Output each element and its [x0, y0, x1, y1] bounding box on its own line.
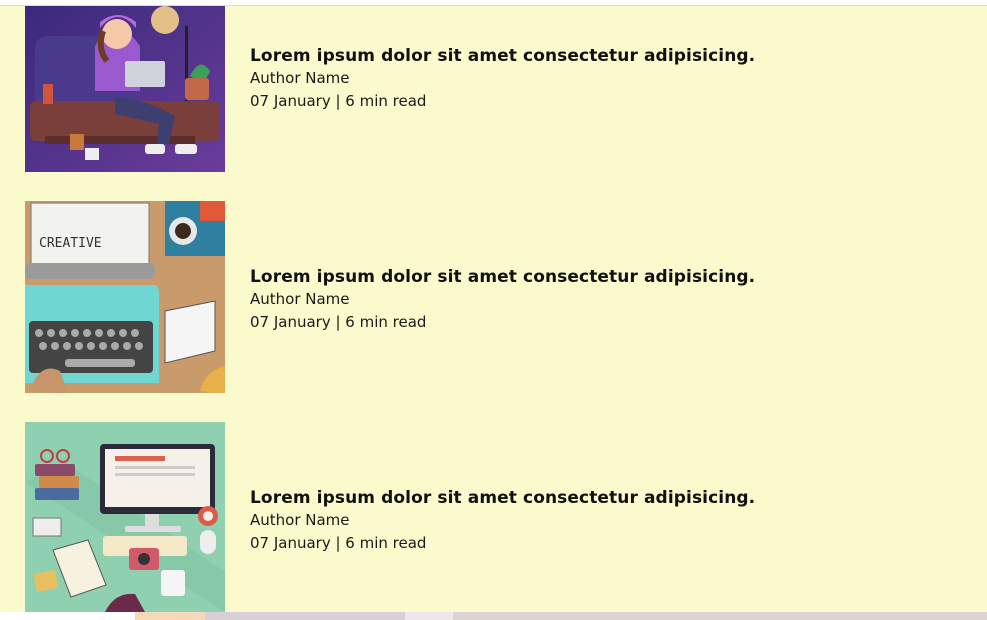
post-title[interactable]: Lorem ipsum dolor sit amet consectetur a… — [250, 488, 755, 508]
post-title[interactable]: Lorem ipsum dolor sit amet consectetur a… — [250, 46, 755, 66]
strip-segment — [135, 612, 205, 620]
blog-post-card[interactable]: Lorem ipsum dolor sit amet consectetur a… — [25, 6, 965, 200]
post-thumbnail-typewriter[interactable]: CREATIVE — [25, 201, 225, 393]
strip-segment — [205, 612, 405, 620]
creative-image-text: CREATIVE — [39, 236, 102, 251]
post-meta: Lorem ipsum dolor sit amet consectetur a… — [250, 46, 755, 113]
post-thumbnail-desk[interactable] — [25, 422, 225, 612]
blog-post-list: Lorem ipsum dolor sit amet consectetur a… — [0, 6, 987, 612]
post-thumbnail-girl-laptop[interactable] — [25, 6, 225, 172]
post-author: Author Name — [250, 69, 350, 87]
strip-segment — [0, 612, 135, 620]
post-title[interactable]: Lorem ipsum dolor sit amet consectetur a… — [250, 267, 755, 287]
strip-segment — [405, 612, 453, 620]
blog-post-card[interactable]: Lorem ipsum dolor sit amet consectetur a… — [25, 422, 965, 616]
next-section-peek — [0, 612, 987, 620]
post-author: Author Name — [250, 290, 350, 308]
post-author: Author Name — [250, 511, 350, 529]
post-meta: Lorem ipsum dolor sit amet consectetur a… — [250, 488, 755, 555]
strip-segment — [453, 612, 987, 620]
girl-laptop-image — [25, 6, 225, 172]
post-meta: Lorem ipsum dolor sit amet consectetur a… — [250, 267, 755, 334]
typewriter-image: CREATIVE — [25, 201, 225, 393]
desk-workspace-image — [25, 422, 225, 612]
post-date-readtime: 07 January | 6 min read — [250, 534, 427, 552]
post-date-readtime: 07 January | 6 min read — [250, 313, 427, 331]
blog-post-card[interactable]: CREATIVE Lorem ipsum dolor sit amet cons… — [25, 201, 965, 395]
post-date-readtime: 07 January | 6 min read — [250, 92, 427, 110]
